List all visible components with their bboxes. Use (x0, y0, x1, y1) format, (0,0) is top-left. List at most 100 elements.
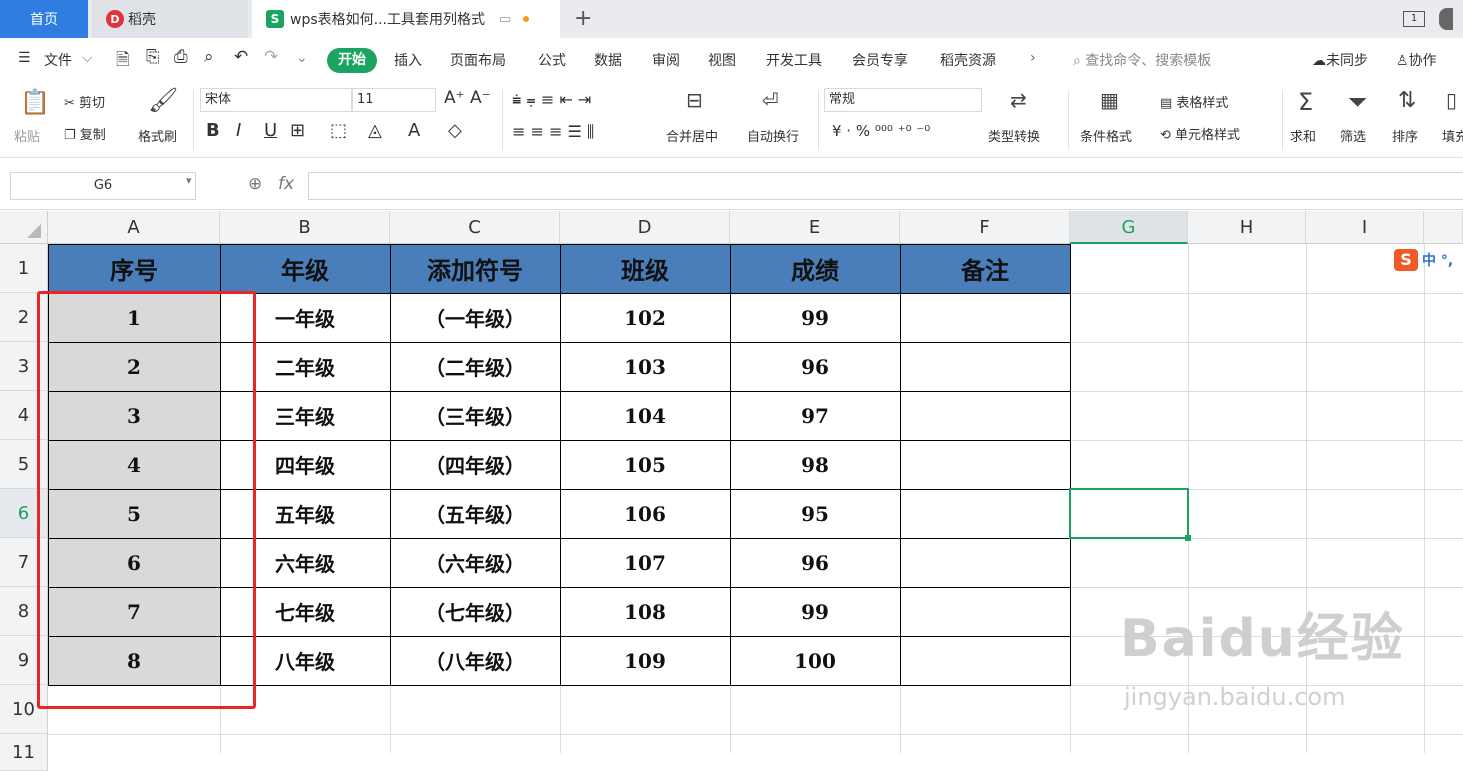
fill-color-icon[interactable]: ⬚ (330, 120, 347, 141)
menu-formula[interactable]: 公式 (538, 50, 566, 70)
sort-icon[interactable]: ⇅ (1398, 88, 1416, 113)
table-cell[interactable]: 99 (730, 293, 900, 342)
table-cell[interactable] (900, 538, 1070, 587)
table-cell[interactable] (900, 293, 1070, 342)
column-header-c[interactable]: C (390, 211, 560, 244)
table-cell[interactable]: （五年级） (390, 489, 560, 538)
column-header-g[interactable]: G (1070, 211, 1188, 244)
tab-daoke[interactable]: D 稻壳 (92, 0, 248, 38)
align-top-icon[interactable]: ⩧ ⩦ ≡ ⇤ ⇥ (512, 90, 591, 110)
menu-developer[interactable]: 开发工具 (766, 50, 822, 70)
align-left-icon[interactable]: ≡ ≡ ≡ ☰ ⫼ (512, 122, 594, 142)
column-header-f[interactable]: F (900, 211, 1070, 244)
currency-icon[interactable]: ¥ · % ⁰⁰⁰ ⁺⁰ ⁻⁰ (832, 122, 930, 140)
wrap-text-button[interactable]: 自动换行 (747, 126, 799, 145)
table-cell[interactable] (900, 636, 1070, 685)
fill-button[interactable]: 填充 (1442, 126, 1463, 145)
format-painter-icon[interactable]: 🖌 (148, 86, 178, 114)
export-icon[interactable]: ⎘ (146, 47, 160, 67)
select-all-corner[interactable] (0, 211, 48, 244)
window-count-icon[interactable]: 1 (1403, 11, 1425, 27)
table-cell[interactable]: （四年级） (390, 440, 560, 489)
menu-daoke-resources[interactable]: 稻壳资源 (940, 50, 996, 70)
table-header-cell[interactable]: 年级 (220, 244, 390, 293)
table-cell[interactable]: （七年级） (390, 587, 560, 636)
more-menu-icon[interactable]: › (1030, 50, 1036, 66)
zoom-search-icon[interactable]: ⊕ (248, 174, 262, 194)
table-cell[interactable]: 99 (730, 587, 900, 636)
italic-icon[interactable]: I (236, 120, 241, 141)
tab-document[interactable]: S wps表格如何...工具套用列格式 ▭ (252, 0, 560, 38)
table-cell[interactable]: 98 (730, 440, 900, 489)
cell-style-button[interactable]: ⟲ 单元格样式 (1160, 124, 1240, 143)
table-cell[interactable]: 104 (560, 391, 730, 440)
conditional-format-icon[interactable]: ▦ (1100, 88, 1119, 112)
type-convert-button[interactable]: 类型转换 (988, 126, 1040, 145)
menu-start[interactable]: 开始 (327, 48, 377, 73)
copy-button[interactable]: ❐ 复制 (64, 124, 106, 143)
fx-label[interactable]: fx (278, 174, 294, 194)
table-cell[interactable]: 108 (560, 587, 730, 636)
column-header-next[interactable] (1424, 211, 1463, 244)
font-color-icon[interactable]: A (408, 120, 420, 141)
sort-button[interactable]: 排序 (1392, 126, 1418, 145)
tab-home[interactable]: 首页 (0, 0, 88, 38)
column-header-h[interactable]: H (1188, 211, 1306, 244)
table-header-cell[interactable]: 添加符号 (390, 244, 560, 293)
underline-icon[interactable]: U (264, 120, 277, 141)
customize-icon[interactable]: ⌄ (296, 50, 308, 66)
table-cell[interactable]: （一年级） (390, 293, 560, 342)
table-cell[interactable]: （三年级） (390, 391, 560, 440)
redo-icon[interactable]: ↷ (264, 47, 278, 67)
table-cell[interactable] (900, 440, 1070, 489)
menu-review[interactable]: 审阅 (652, 50, 680, 70)
merge-icon[interactable]: ⊟ (686, 88, 703, 112)
table-cell[interactable]: 109 (560, 636, 730, 685)
command-search[interactable]: ⌕ 查找命令、搜索模板 (1073, 50, 1211, 70)
table-cell[interactable] (900, 489, 1070, 538)
menu-insert[interactable]: 插入 (394, 50, 422, 70)
table-cell[interactable]: 106 (560, 489, 730, 538)
print-icon[interactable]: ⎙ (174, 47, 188, 67)
preview-icon[interactable]: ⌕ (204, 47, 214, 67)
table-cell[interactable]: 100 (730, 636, 900, 685)
table-header-cell[interactable]: 成绩 (730, 244, 900, 293)
paste-button[interactable]: 粘贴 (14, 126, 40, 145)
undo-icon[interactable]: ↶ (234, 47, 248, 67)
fill-icon[interactable]: ▯ (1446, 88, 1457, 112)
bold-icon[interactable]: B (206, 120, 220, 141)
table-cell[interactable]: 95 (730, 489, 900, 538)
table-cell[interactable]: 102 (560, 293, 730, 342)
table-cell[interactable]: 103 (560, 342, 730, 391)
eraser-icon[interactable]: ◇ (448, 120, 462, 141)
table-cell[interactable]: 105 (560, 440, 730, 489)
font-size-select[interactable]: 11 (352, 88, 436, 112)
screen-icon[interactable]: ▭ (499, 12, 511, 27)
paste-icon[interactable]: 📋 (20, 88, 50, 116)
border-icon[interactable]: ⊞ (290, 120, 305, 141)
table-header-cell[interactable]: 班级 (560, 244, 730, 293)
selected-cell-g6[interactable] (1069, 488, 1191, 541)
name-box[interactable]: G6 (10, 172, 196, 200)
convert-icon[interactable]: ⇄ (1010, 88, 1027, 112)
menu-view[interactable]: 视图 (708, 50, 736, 70)
cut-button[interactable]: ✂ 剪切 (64, 92, 105, 111)
table-style-button[interactable]: ▤ 表格样式 (1160, 92, 1228, 111)
formula-input[interactable] (308, 172, 1463, 200)
table-cell[interactable] (900, 587, 1070, 636)
column-header-a[interactable]: A (48, 211, 220, 244)
save-icon[interactable]: 🗎 (116, 47, 130, 76)
sum-button[interactable]: 求和 (1290, 126, 1316, 145)
table-cell[interactable]: 96 (730, 342, 900, 391)
row-header-1[interactable]: 1 (0, 244, 48, 293)
spreadsheet-grid[interactable]: A B C D E F G H I 1 2 3 4 5 6 7 8 9 10 11 序号 年级 添加符号 班级 成绩 备注 1 一年级… (0, 211, 1463, 771)
table-cell[interactable]: 97 (730, 391, 900, 440)
menu-page-layout[interactable]: 页面布局 (450, 50, 506, 70)
table-cell[interactable]: （八年级） (390, 636, 560, 685)
column-header-i[interactable]: I (1306, 211, 1424, 244)
font-grow-icon[interactable]: A⁺ A⁻ (444, 88, 491, 108)
table-cell[interactable] (900, 391, 1070, 440)
filter-button[interactable]: 筛选 (1340, 126, 1366, 145)
merge-center-button[interactable]: 合并居中 (666, 126, 718, 145)
table-header-cell[interactable]: 序号 (48, 244, 220, 293)
